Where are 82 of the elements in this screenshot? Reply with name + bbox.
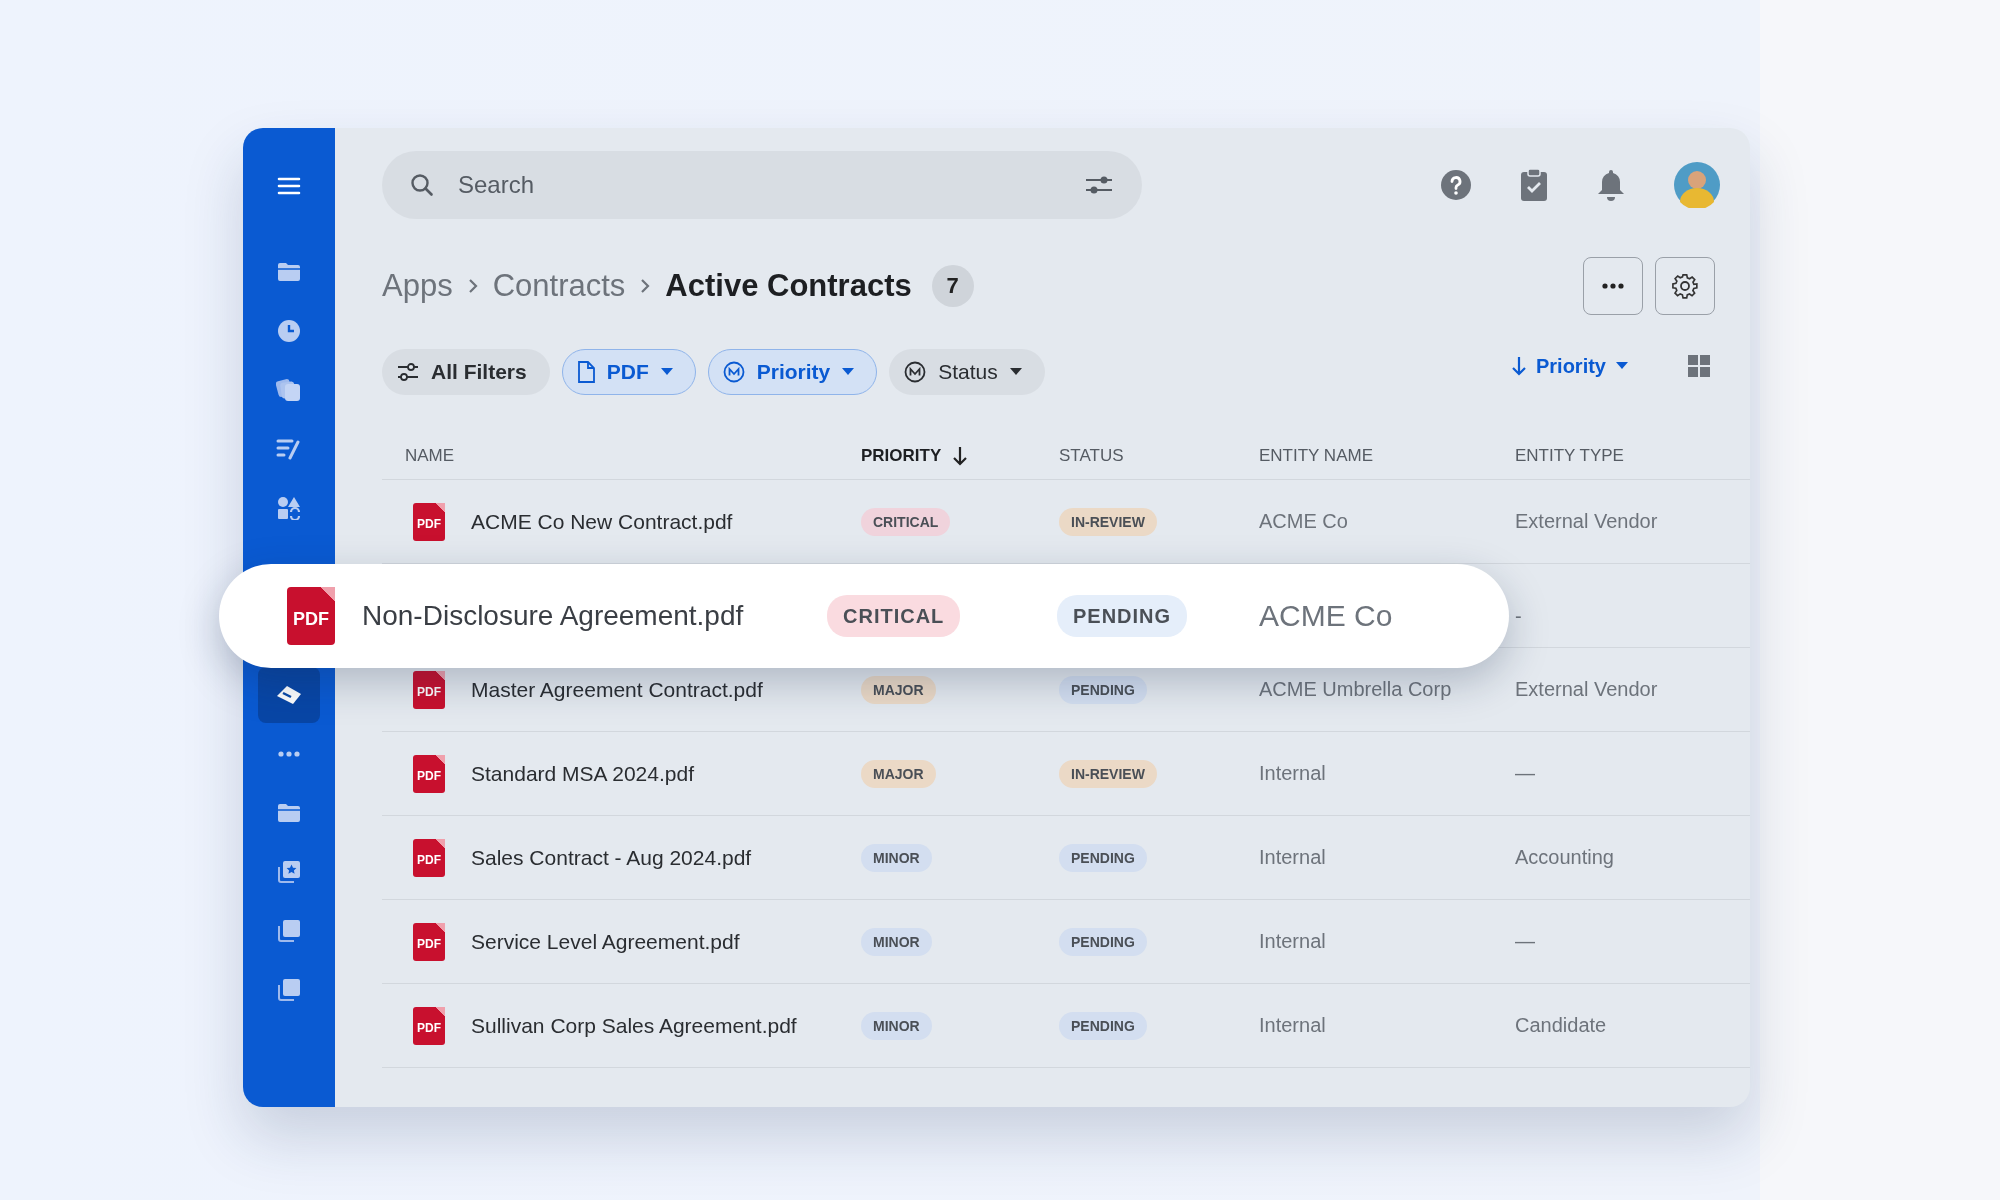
grid-view-icon[interactable] xyxy=(1688,355,1710,377)
status-tag: PENDING xyxy=(1059,1011,1147,1040)
table-cell: Internal xyxy=(1259,930,1326,953)
pdf-file-icon: PDF xyxy=(413,922,445,961)
pdf-file-icon: PDF xyxy=(413,838,445,877)
breadcrumb-link[interactable]: Apps xyxy=(382,268,453,304)
page-title: Active Contracts xyxy=(665,268,912,304)
pdf-file-icon: PDF xyxy=(413,502,445,541)
priority-tag: CRITICAL xyxy=(861,507,951,536)
arrow-down-icon xyxy=(1511,356,1526,376)
help-icon[interactable] xyxy=(1440,169,1472,201)
priority-tag: MAJOR xyxy=(861,675,936,704)
table-cell: - xyxy=(1515,604,1522,628)
status-tag: PENDING xyxy=(1059,675,1147,704)
file-name[interactable]: Standard MSA 2024.pdf xyxy=(471,761,694,786)
table-cell: Accounting xyxy=(1515,846,1614,869)
table-cell: Internal xyxy=(1259,762,1326,785)
table-cell: — xyxy=(1515,762,1535,785)
filter-chip[interactable]: Priority xyxy=(707,349,878,395)
field-icon xyxy=(904,361,927,383)
sliders-icon[interactable] xyxy=(1084,175,1114,195)
table-cell: Candidate xyxy=(1515,1014,1607,1037)
chevron-icon xyxy=(466,277,479,295)
filter-chip[interactable]: All Filters xyxy=(382,349,550,395)
priority-tag: MINOR xyxy=(861,927,932,956)
more-button[interactable] xyxy=(1583,257,1643,315)
settings-icon xyxy=(1672,273,1698,299)
column-header[interactable]: PRIORITY xyxy=(861,446,942,466)
sort-button[interactable]: Priority xyxy=(1511,354,1628,378)
settings-button[interactable] xyxy=(1655,257,1715,315)
status-tag: PENDING xyxy=(1057,594,1188,637)
table-cell: Internal xyxy=(1259,1014,1326,1037)
table-cell: Internal xyxy=(1259,846,1326,869)
file-name[interactable]: ACME Co New Contract.pdf xyxy=(471,509,733,534)
priority-tag: CRITICAL xyxy=(827,594,961,637)
status-tag: IN-REVIEW xyxy=(1059,507,1157,536)
table-cell-text: ACME Co xyxy=(1259,599,1394,633)
file-name[interactable]: Master Agreement Contract.pdf xyxy=(471,677,763,702)
caret-icon xyxy=(660,368,673,376)
search-field[interactable]: Search xyxy=(382,151,1142,219)
column-header[interactable]: STATUS xyxy=(1059,446,1124,466)
priority-tag: MINOR xyxy=(861,1011,932,1040)
table-cell: External Vendor xyxy=(1515,510,1658,533)
priority-tag: MINOR xyxy=(861,843,932,872)
search-icon xyxy=(410,173,434,197)
priority-tag: MAJOR xyxy=(861,759,936,788)
pdf-file-icon: PDF xyxy=(413,1006,445,1045)
table-cell: ACME Co xyxy=(1259,510,1348,533)
pdf-file-icon: PDF xyxy=(287,587,335,645)
filter-chip[interactable]: Status xyxy=(889,349,1045,395)
column-header[interactable]: ENTITY NAME xyxy=(1259,446,1373,466)
file-name[interactable]: Sullivan Corp Sales Agreement.pdf xyxy=(471,1013,797,1038)
file-name[interactable]: Service Level Agreement.pdf xyxy=(471,929,740,954)
pdf-file-icon: PDF xyxy=(413,670,445,709)
more-icon xyxy=(1602,283,1624,289)
status-tag: PENDING xyxy=(1059,843,1147,872)
pdf-file-icon: PDF xyxy=(413,754,445,793)
table-cell: ACME Umbrella Corp xyxy=(1259,678,1452,701)
search-input[interactable]: Search xyxy=(456,170,1062,200)
caret-icon xyxy=(1616,362,1628,370)
highlighted-row-card[interactable]: PDF Non-Disclosure Agreement.pdf CRITICAL PENDING ACME Co xyxy=(219,564,1509,668)
sort-arrow-icon xyxy=(953,446,968,466)
column-header[interactable]: ENTITY TYPE xyxy=(1515,446,1624,466)
table-cell: External Vendor xyxy=(1515,678,1658,701)
avatar[interactable] xyxy=(1674,162,1720,208)
caret-icon xyxy=(1009,368,1022,376)
filter-chip[interactable]: PDF xyxy=(561,349,696,395)
chevron-icon xyxy=(639,277,652,295)
field-icon xyxy=(722,361,745,383)
table-cell: — xyxy=(1515,930,1535,953)
caret-icon xyxy=(842,368,855,376)
breadcrumb-link[interactable]: Contracts xyxy=(492,268,626,304)
file-name[interactable]: Non-Disclosure Agreement.pdf xyxy=(362,600,827,632)
file-name[interactable]: Sales Contract - Aug 2024.pdf xyxy=(471,845,752,870)
count-badge: 7 xyxy=(931,265,974,307)
status-tag: IN-REVIEW xyxy=(1059,759,1157,788)
status-tag: PENDING xyxy=(1059,927,1147,956)
sliders-icon xyxy=(397,363,419,381)
clipboard-check-icon[interactable] xyxy=(1520,168,1548,202)
column-header[interactable]: NAME xyxy=(405,446,455,466)
file-icon xyxy=(576,361,595,383)
bell-icon[interactable] xyxy=(1596,168,1626,202)
